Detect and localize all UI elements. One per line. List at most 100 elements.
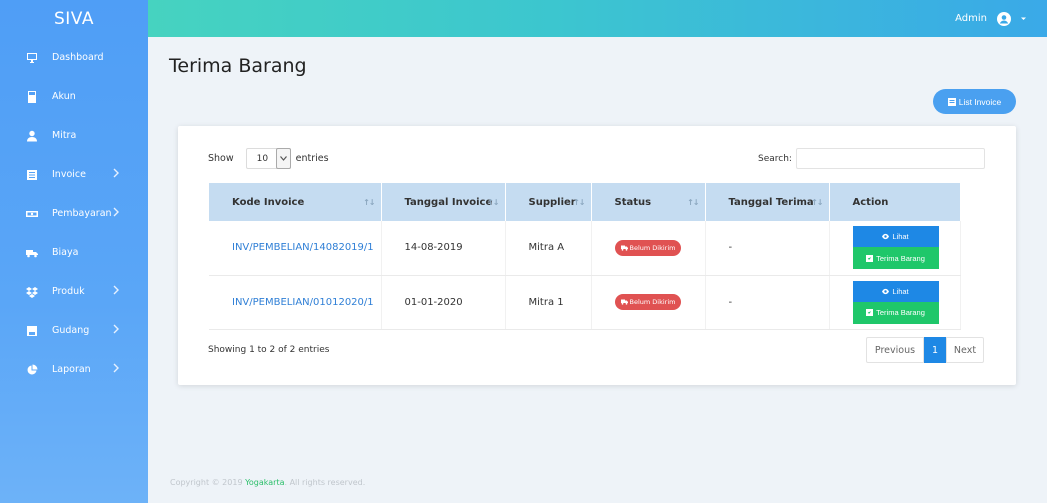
sort-icon: ↑↓ — [811, 198, 823, 207]
col-tanggal-invoice[interactable]: Tanggal Invoice ↑↓ — [381, 183, 506, 221]
page-title: Terima Barang — [169, 55, 307, 77]
entries-value: 10 — [256, 153, 269, 164]
chevron-down-icon[interactable] — [275, 148, 291, 169]
truck-icon — [26, 247, 38, 259]
sidebar-item-akun[interactable]: Akun — [0, 77, 148, 116]
previous-button[interactable]: Previous — [866, 337, 924, 363]
page-button-current[interactable]: 1 — [924, 337, 946, 363]
sidebar-item-laporan[interactable]: Laporan — [0, 350, 148, 389]
search-label: Search: — [758, 153, 792, 164]
search-input[interactable] — [795, 148, 985, 169]
sidebar-item-gudang[interactable]: Gudang — [0, 311, 148, 350]
table-row: INV/PEMBELIAN/14082019/1 14-08-2019 Mitr… — [209, 221, 961, 276]
footer: Copyright © 2019 Yogakarta. All rights r… — [170, 478, 365, 487]
pagination: Previous 1 Next — [866, 337, 984, 363]
supplier-name: Mitra A — [505, 221, 592, 276]
receive-goods-button[interactable]: Terima Barang — [852, 301, 939, 324]
sort-icon: ↑↓ — [487, 198, 499, 207]
supplier-name: Mitra 1 — [505, 275, 592, 330]
truck-icon — [620, 299, 628, 305]
invoice-code-link[interactable]: INV/PEMBELIAN/01012020/1 — [209, 275, 382, 330]
sort-active-icon: ↑↓ — [363, 198, 375, 207]
view-button[interactable]: Lihat — [852, 280, 939, 302]
footer-copyright: Copyright © 2019 — [170, 478, 246, 487]
next-button[interactable]: Next — [946, 337, 984, 363]
user-icon — [26, 130, 38, 142]
chevron-right-icon — [112, 285, 122, 297]
chevron-right-icon — [112, 363, 122, 375]
list-invoice-button[interactable]: List Invoice — [933, 89, 1016, 114]
sidebar-item-pembayaran[interactable]: Pembayaran — [0, 194, 148, 233]
sidebar-item-biaya[interactable]: Biaya — [0, 233, 148, 272]
entries-select[interactable]: 10 — [245, 148, 291, 169]
entries-length-control: Show 10 entries — [208, 148, 329, 169]
status-badge: Belum Dikirim — [614, 239, 682, 256]
sidebar-item-label: Dashboard — [52, 52, 104, 63]
col-tanggal-terima[interactable]: Tanggal Terima ↑↓ — [705, 183, 830, 221]
entries-label: entries — [295, 153, 329, 164]
eye-icon — [882, 234, 890, 240]
check-square-icon — [866, 309, 874, 316]
invoice-table: Kode Invoice ↑↓ Tanggal Invoice ↑↓ Supplie… — [209, 183, 961, 330]
col-supplier[interactable]: Supplier ↑↓ — [505, 183, 592, 221]
col-action: Action — [829, 183, 961, 221]
col-status[interactable]: Status ↑↓ — [591, 183, 706, 221]
action-cell: Lihat Terima Barang — [829, 275, 961, 330]
status-cell: Belum Dikirim — [591, 221, 706, 276]
list-icon — [947, 97, 956, 106]
view-button[interactable]: Lihat — [852, 226, 939, 248]
action-buttons: Lihat Terima Barang — [852, 280, 939, 324]
action-buttons: Lihat Terima Barang — [852, 226, 939, 270]
money-icon — [26, 208, 38, 220]
invoice-card: Show 10 entries Search: Kode Invoice ↑↓ T… — [178, 126, 1016, 385]
dropbox-icon — [26, 286, 38, 298]
monitor-icon — [26, 52, 38, 64]
sidebar-item-dashboard[interactable]: Dashboard — [0, 38, 148, 77]
sidebar-item-label: Invoice — [52, 169, 86, 180]
sidebar-menu: Dashboard Akun Mitra Invoice Pembayaran … — [0, 38, 148, 389]
receive-date: - — [705, 221, 830, 276]
receive-date: - — [705, 275, 830, 330]
list-invoice-label: List Invoice — [958, 96, 1002, 107]
chevron-right-icon — [112, 168, 122, 180]
sidebar-item-mitra[interactable]: Mitra — [0, 116, 148, 155]
topbar: Admin — [148, 0, 1047, 37]
pie-chart-icon — [26, 364, 38, 376]
sidebar-item-label: Pembayaran — [52, 208, 112, 219]
status-cell: Belum Dikirim — [591, 275, 706, 330]
footer-rights: . All rights reserved. — [284, 478, 366, 487]
truck-icon — [620, 245, 628, 251]
chevron-right-icon — [112, 207, 122, 219]
sidebar-item-invoice[interactable]: Invoice — [0, 155, 148, 194]
sidebar-item-label: Biaya — [52, 247, 79, 258]
table-row: INV/PEMBELIAN/01012020/1 01-01-2020 Mitr… — [209, 275, 961, 330]
caret-down-icon — [1021, 17, 1026, 20]
user-menu[interactable]: Admin — [955, 0, 1027, 37]
check-square-icon — [866, 254, 874, 262]
sort-icon: ↑↓ — [687, 198, 699, 207]
sidebar-item-label: Produk — [52, 286, 85, 297]
table-header-row: Kode Invoice ↑↓ Tanggal Invoice ↑↓ Supplie… — [209, 183, 961, 221]
show-label: Show — [208, 153, 234, 164]
invoice-date: 01-01-2020 — [381, 275, 506, 330]
list-icon — [26, 169, 38, 181]
chevron-right-icon — [112, 324, 122, 336]
footer-brand-link[interactable]: Yogakarta — [245, 478, 284, 487]
sidebar-item-label: Mitra — [52, 130, 77, 141]
sidebar-item-label: Akun — [52, 91, 76, 102]
user-circle-icon — [997, 11, 1011, 26]
invoice-code-link[interactable]: INV/PEMBELIAN/14082019/1 — [209, 221, 382, 276]
user-name: Admin — [955, 13, 987, 24]
sort-icon: ↑↓ — [573, 198, 585, 207]
receive-goods-button[interactable]: Terima Barang — [852, 247, 939, 270]
search-control: Search: — [758, 148, 985, 169]
table-info: Showing 1 to 2 of 2 entries — [208, 345, 330, 355]
sidebar-item-label: Gudang — [52, 325, 90, 336]
invoice-date: 14-08-2019 — [381, 221, 506, 276]
app-brand[interactable]: SIVA — [0, 0, 148, 37]
sidebar: SIVA Dashboard Akun Mitra Invoice Pembay… — [0, 0, 148, 503]
col-kode-invoice[interactable]: Kode Invoice ↑↓ — [209, 183, 382, 221]
eye-icon — [882, 288, 890, 294]
sidebar-item-produk[interactable]: Produk — [0, 272, 148, 311]
action-cell: Lihat Terima Barang — [829, 221, 961, 276]
